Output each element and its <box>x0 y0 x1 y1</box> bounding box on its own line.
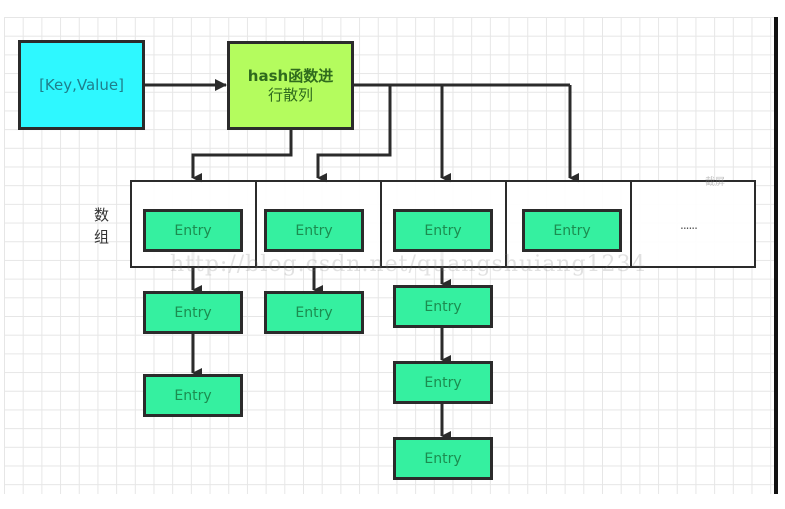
entry-bucket-3-0: Entry <box>522 209 622 252</box>
hash-function-node: hash函数进 行散列 <box>227 41 354 130</box>
entry-bucket-2-0: Entry <box>393 209 493 252</box>
entry-label: Entry <box>174 304 212 321</box>
entry-bucket-1-0: Entry <box>264 209 364 252</box>
entry-bucket-0-1: Entry <box>143 291 243 334</box>
hash-label-line1: hash函数进 <box>247 66 334 85</box>
entry-label: Entry <box>174 387 212 404</box>
entry-bucket-2-3: Entry <box>393 437 493 480</box>
entry-bucket-1-1: Entry <box>264 291 364 334</box>
more-buckets-ellipsis: ...... <box>680 218 698 232</box>
entry-label: Entry <box>424 298 462 315</box>
hash-label-line2: 行散列 <box>267 85 313 104</box>
watermark: http://blog.csdn.net/quangshuiang1234 <box>170 252 647 277</box>
entry-bucket-2-1: Entry <box>393 285 493 328</box>
entry-label: Entry <box>424 374 462 391</box>
entry-bucket-2-2: Entry <box>393 361 493 404</box>
entry-label: Entry <box>295 304 333 321</box>
key-value-label: [Key,Value] <box>39 76 124 94</box>
entry-bucket-0-2: Entry <box>143 374 243 417</box>
entry-label: Entry <box>553 222 591 239</box>
key-value-node: [Key,Value] <box>18 40 145 130</box>
entry-label: Entry <box>424 222 462 239</box>
entry-label: Entry <box>295 222 333 239</box>
arrow-hash-to-bucket-0 <box>191 130 293 183</box>
screenshot-tag: 截屏 <box>705 177 725 188</box>
entry-bucket-0-0: Entry <box>143 209 243 252</box>
entry-label: Entry <box>174 222 212 239</box>
entry-label: Entry <box>424 450 462 467</box>
array-label: 数组 <box>94 206 110 246</box>
